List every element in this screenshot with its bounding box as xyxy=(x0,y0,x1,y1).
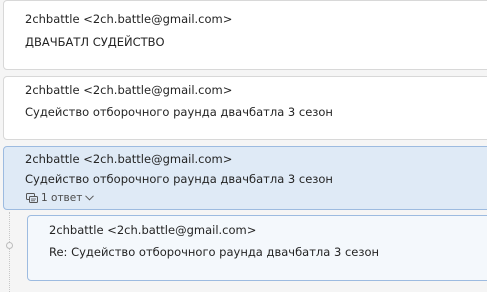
thread-node-icon xyxy=(6,242,13,249)
sender-label: 2chbattle <2ch.battle@gmail.com> xyxy=(25,83,233,97)
sender-label: 2chbattle <2ch.battle@gmail.com> xyxy=(25,152,233,166)
conversation-icon xyxy=(26,192,38,204)
subject-label: ДВАЧБАТЛ СУДЕЙСТВО xyxy=(25,35,165,49)
thread-count-label: 1 ответ xyxy=(41,192,83,204)
thread-connector xyxy=(9,212,10,292)
sender-label: 2chbattle <2ch.battle@gmail.com> xyxy=(25,12,233,26)
subject-label: Судейство отборочного раунда двачбатла 3… xyxy=(25,172,333,186)
reply-item[interactable]: 2chbattle <2ch.battle@gmail.com> Re: Суд… xyxy=(27,215,487,281)
subject-label: Судейство отборочного раунда двачбатла 3… xyxy=(25,105,333,119)
subject-label: Re: Судейство отборочного раунда двачбат… xyxy=(49,245,380,259)
sender-label: 2chbattle <2ch.battle@gmail.com> xyxy=(49,223,257,237)
chevron-down-icon xyxy=(85,195,95,201)
thread-toggle[interactable]: 1 ответ xyxy=(26,192,95,204)
message-item-3[interactable]: 2chbattle <2ch.battle@gmail.com> Судейст… xyxy=(3,146,487,210)
message-item-2[interactable]: 2chbattle <2ch.battle@gmail.com> Судейст… xyxy=(3,76,487,140)
message-item-1[interactable]: 2chbattle <2ch.battle@gmail.com> ДВАЧБАТ… xyxy=(3,0,487,70)
